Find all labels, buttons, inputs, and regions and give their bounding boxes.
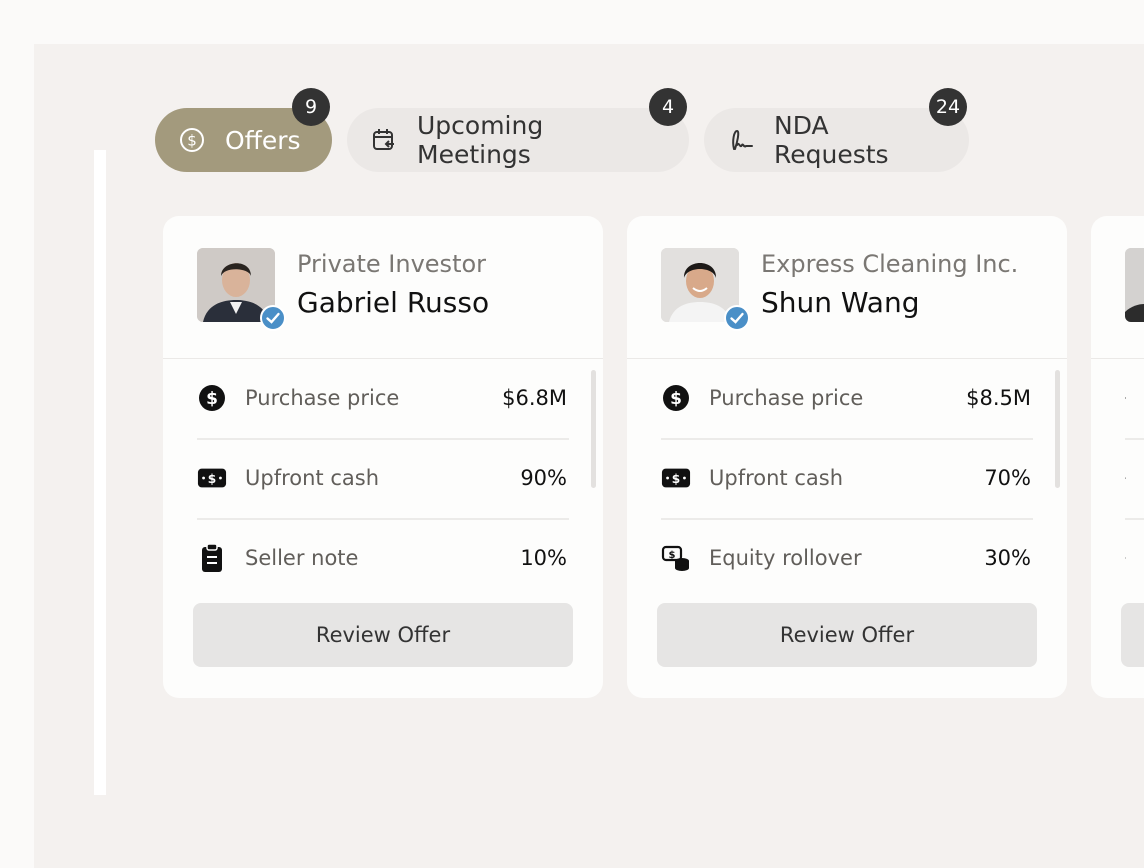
company-name: Express Cleaning Inc.	[761, 250, 1019, 278]
offer-card-header	[1091, 216, 1144, 359]
offer-row-upfront-cash: $ Upfront cash 90%	[197, 438, 569, 520]
company-name: Private Investor	[297, 250, 487, 278]
offer-row-upfront-cash: $ Upfront cash 70%	[661, 438, 1033, 520]
dollar-circle-icon	[1125, 383, 1126, 413]
scrollbar[interactable]	[1055, 370, 1060, 488]
dollar-circle-icon: $	[179, 127, 205, 153]
offer-row-purchase-price: $ Purchase price $8.5M	[661, 358, 1033, 440]
offer-card-header: Express Cleaning Inc. Shun Wang	[627, 216, 1067, 359]
row-value: $6.8M	[502, 386, 567, 410]
count-badge: 4	[649, 88, 687, 126]
row-value: 10%	[520, 546, 567, 570]
tab-label: NDA Requests	[774, 111, 889, 169]
row-value: 30%	[984, 546, 1031, 570]
cash-icon	[1125, 463, 1126, 493]
avatar	[1125, 248, 1144, 322]
offer-card: Private Investor Gabriel Russo $ Purchas…	[163, 216, 603, 698]
row-label: Purchase price	[709, 386, 864, 410]
offer-row	[1125, 518, 1144, 598]
offer-row-seller-note: Seller note 10%	[197, 518, 569, 598]
signature-icon	[728, 127, 754, 153]
clipboard-icon	[197, 543, 227, 573]
dollar-circle-icon: $	[661, 383, 691, 413]
review-offer-button[interactable]: Review Offer	[657, 603, 1037, 667]
tab-offers[interactable]: $ Offers 9	[155, 88, 332, 172]
review-offer-button[interactable]: Review Offer	[193, 603, 573, 667]
verified-badge-icon	[259, 304, 287, 332]
svg-text:$: $	[187, 132, 197, 150]
tab-label: Upcoming Meetings	[417, 111, 544, 169]
svg-text:$: $	[670, 389, 682, 409]
count-badge: 9	[292, 88, 330, 126]
sidebar-edge	[94, 150, 106, 795]
offer-card: Express Cleaning Inc. Shun Wang $ Purcha…	[627, 216, 1067, 698]
offer-row-equity-rollover: $ Equity rollover 30%	[661, 518, 1033, 598]
offer-card-partial	[1091, 216, 1144, 698]
person-name: Shun Wang	[761, 286, 920, 319]
row-label: Upfront cash	[245, 466, 379, 490]
tab-label: Offers	[225, 125, 301, 155]
cash-icon: $	[661, 463, 691, 493]
tab-nda-requests[interactable]: NDA Requests 24	[704, 88, 969, 172]
offer-row	[1125, 358, 1144, 440]
verified-badge-icon	[723, 304, 751, 332]
cash-icon: $	[197, 463, 227, 493]
offer-card-header: Private Investor Gabriel Russo	[163, 216, 603, 359]
row-label: Purchase price	[245, 386, 400, 410]
person-name: Gabriel Russo	[297, 286, 490, 319]
calendar-repeat-icon	[371, 127, 397, 153]
row-value: 70%	[984, 466, 1031, 490]
svg-text:$: $	[672, 472, 680, 486]
equity-rollover-icon: $	[661, 543, 691, 573]
dollar-circle-icon: $	[197, 383, 227, 413]
row-label: Equity rollover	[709, 546, 862, 570]
coins-icon	[1125, 543, 1126, 573]
review-offer-button[interactable]	[1121, 603, 1144, 667]
row-label: Seller note	[245, 546, 359, 570]
offer-row	[1125, 438, 1144, 520]
row-label: Upfront cash	[709, 466, 843, 490]
count-badge: 24	[929, 88, 967, 126]
svg-text:$: $	[206, 389, 218, 409]
row-value: 90%	[520, 466, 567, 490]
scrollbar[interactable]	[591, 370, 596, 488]
offer-row-purchase-price: $ Purchase price $6.8M	[197, 358, 569, 440]
svg-text:$: $	[208, 472, 216, 486]
svg-text:$: $	[669, 550, 676, 561]
tab-upcoming-meetings[interactable]: Upcoming Meetings 4	[347, 88, 689, 172]
row-value: $8.5M	[966, 386, 1031, 410]
